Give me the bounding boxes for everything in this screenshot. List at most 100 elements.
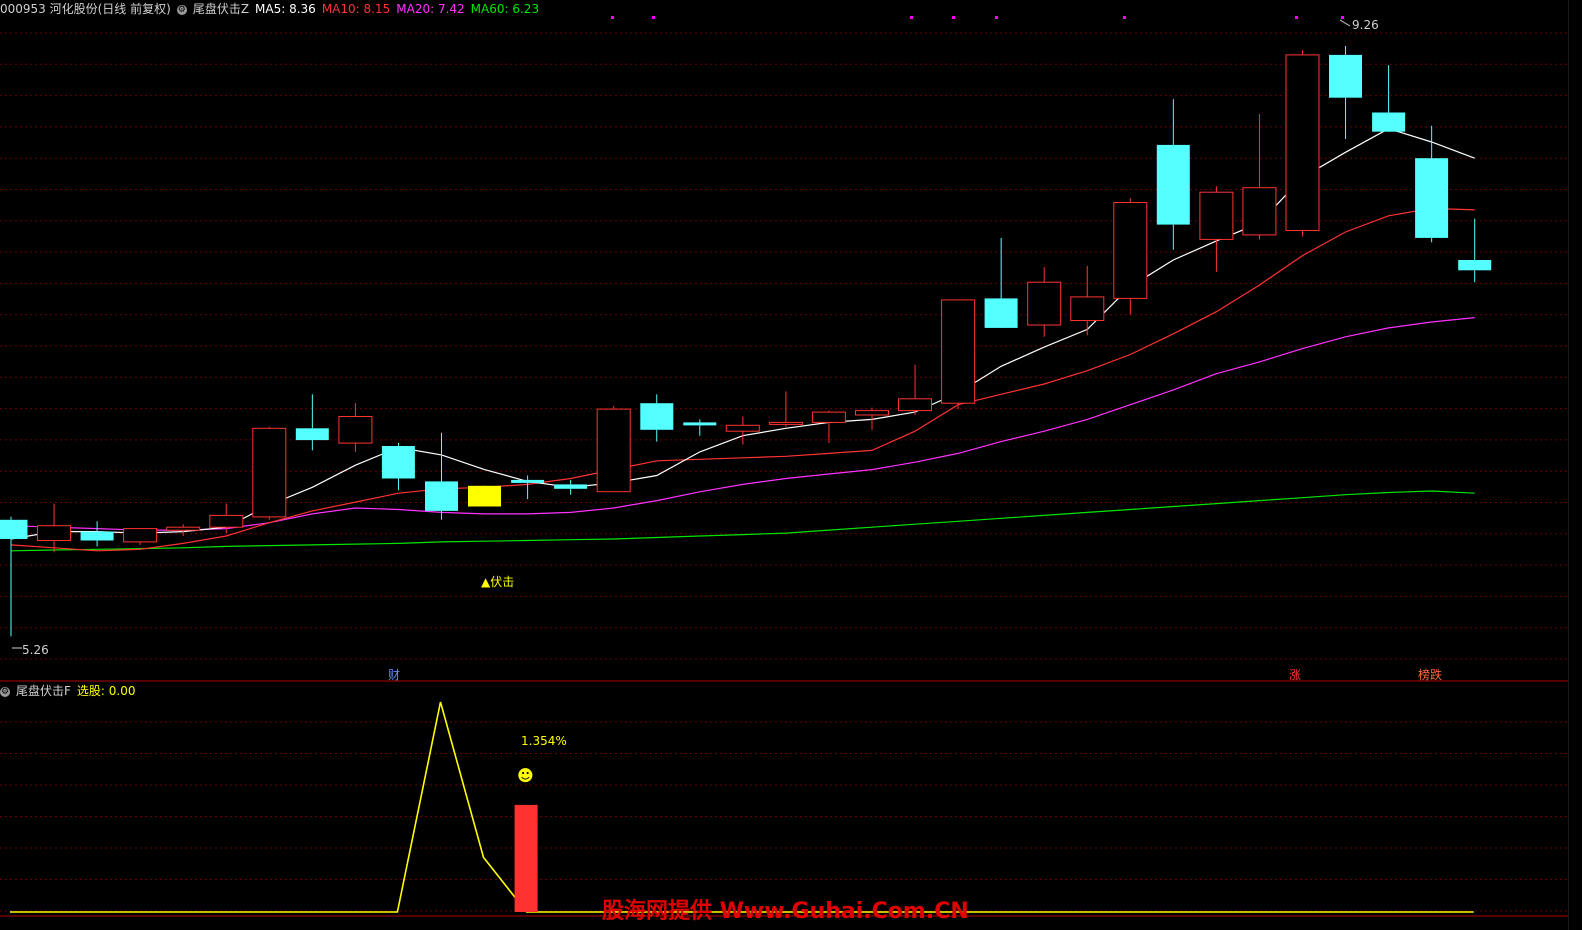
smiley-icon: ☻ [517, 766, 534, 785]
candlesticks [0, 19, 1492, 649]
sub-indicator-panel [10, 701, 1474, 913]
top-marker [652, 16, 655, 19]
candle [338, 403, 373, 452]
sub-indicator-name[interactable]: 尾盘伏击F [16, 684, 71, 698]
candle-body [1415, 158, 1449, 238]
high-price-label: 9.26 [1352, 18, 1379, 32]
candle [425, 432, 458, 520]
kline-chart [0, 16, 1568, 917]
candle-body [1070, 296, 1105, 321]
top-marker [995, 16, 998, 19]
candle-body [295, 428, 329, 441]
ma10-line [10, 207, 1475, 552]
candle [80, 521, 114, 547]
candle [768, 391, 803, 427]
top-marker [1123, 16, 1126, 19]
signal-bar [514, 804, 538, 912]
candle-body [640, 403, 674, 430]
pct-label: 1.354% [521, 734, 567, 748]
candle-body [381, 446, 415, 479]
candle [511, 475, 545, 500]
indicator-name[interactable]: 尾盘伏击Z [193, 2, 249, 16]
candle [941, 299, 976, 410]
top-marker [952, 16, 955, 19]
candle [1156, 99, 1190, 250]
candle-body [468, 485, 501, 507]
gear-icon[interactable]: ⚙ [176, 4, 187, 15]
stock-title: 000953 河化股份(日线 前复权) [0, 2, 171, 16]
candle [984, 237, 1018, 328]
candle [640, 394, 674, 442]
select-value: 选股: 0.00 [76, 684, 136, 698]
candle-body [1156, 144, 1190, 225]
candle [1199, 186, 1234, 272]
candle-body [37, 525, 71, 542]
candle [554, 479, 588, 495]
candle [1113, 198, 1148, 315]
candle [683, 419, 717, 436]
candle-body [768, 421, 803, 425]
ma10-value: MA10: 8.15 [321, 2, 391, 16]
candle-body [554, 484, 588, 489]
candle [1070, 265, 1105, 336]
event-cai[interactable]: 财 [388, 666, 400, 683]
candle [596, 406, 631, 493]
candle-body [1285, 54, 1320, 232]
ma20-value: MA20: 7.42 [396, 2, 465, 16]
candle [1415, 125, 1449, 243]
candle-body [1329, 54, 1362, 98]
candle [252, 426, 287, 520]
candle [811, 410, 846, 443]
candle [1372, 65, 1406, 132]
candle-body [683, 422, 717, 426]
candle [295, 394, 329, 451]
ma5-value: MA5: 8.36 [255, 2, 316, 16]
top-marker [910, 16, 913, 19]
candle-body [1372, 112, 1406, 132]
candle [1458, 218, 1492, 283]
candle [1027, 267, 1062, 337]
price-grid [0, 32, 1568, 917]
top-markers [611, 16, 1344, 19]
candle-body [1199, 191, 1234, 240]
candle-body [596, 408, 631, 493]
candle [381, 443, 415, 491]
candle-body [425, 481, 458, 511]
candle-body [1458, 260, 1492, 271]
candle [0, 516, 28, 637]
sub-header: ⚙ 尾盘伏击F 选股: 0.00 [0, 683, 141, 699]
candle-body [898, 398, 932, 412]
main-header: 000953 河化股份(日线 前复权) ⚙ 尾盘伏击Z MA5: 8.36 MA10: … [0, 1, 545, 17]
candle [1285, 50, 1320, 237]
candle-body [209, 514, 244, 528]
high-pointer [1339, 19, 1351, 27]
event-zhang[interactable]: 涨 [1289, 666, 1301, 683]
candle-body [166, 526, 201, 531]
signal-label: ▲伏击 [481, 575, 515, 589]
candle-body [1242, 187, 1277, 236]
candle-body [123, 528, 158, 543]
candle-body [941, 299, 976, 404]
candle-body [855, 410, 889, 416]
top-marker [1341, 16, 1344, 19]
candle-body [811, 411, 846, 423]
low-price-label: 5.26 [22, 643, 49, 657]
signal-line [10, 701, 1474, 913]
candle-body [984, 298, 1018, 328]
top-marker [1295, 16, 1298, 19]
candle-body [338, 416, 373, 444]
candle [898, 364, 932, 415]
scrollbar[interactable] [1568, 0, 1582, 930]
event-bang[interactable]: 榜跌 [1418, 666, 1442, 683]
candle [468, 485, 501, 507]
top-marker [611, 16, 614, 19]
candle-body [0, 519, 28, 539]
candle [37, 503, 71, 553]
candle [1329, 46, 1362, 139]
candle-body [511, 479, 545, 483]
gear-icon[interactable]: ⚙ [0, 686, 10, 697]
candle-body [252, 427, 287, 518]
candle-body [80, 531, 114, 541]
candle-body [1113, 202, 1148, 299]
candle-body [1027, 281, 1062, 326]
